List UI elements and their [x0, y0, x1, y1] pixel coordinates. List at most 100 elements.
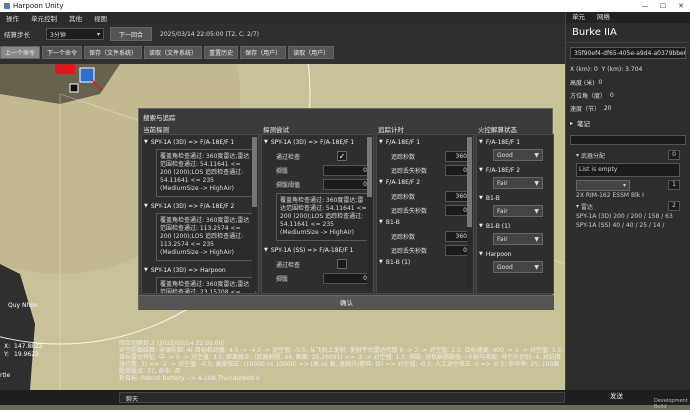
group-label: F/A-18E/F 1: [485, 138, 521, 146]
close-button[interactable]: ✕: [672, 2, 690, 10]
col2-scrollbar[interactable]: [367, 137, 372, 291]
group-label: Harpoon: [485, 250, 512, 258]
pass-check-checkbox[interactable]: ✓: [337, 151, 347, 161]
tab-unit[interactable]: 单元: [566, 12, 591, 23]
menu-unit-control[interactable]: 单元控制: [31, 13, 57, 23]
step-select[interactable]: 3分钟 ▾: [46, 28, 104, 40]
pass-check-checkbox[interactable]: [337, 259, 347, 269]
triangle-down-icon: ▼: [379, 219, 383, 225]
side-label: rtle: [0, 372, 11, 379]
fc-group[interactable]: ▼ F/A-18E/F 2: [479, 165, 551, 175]
group-label: B1-B: [385, 218, 400, 226]
dice-field[interactable]: 0: [323, 272, 371, 284]
fc-status-select[interactable]: Fair ▼: [493, 205, 543, 217]
menu-other[interactable]: 其他: [69, 13, 82, 23]
prev-command-button[interactable]: 上一个命令: [0, 46, 41, 59]
fc-status-select[interactable]: Good ▼: [493, 149, 543, 161]
fc-status-value: Fair: [497, 235, 508, 243]
fc-status-value: Good: [497, 263, 513, 271]
weapon-alloc-count[interactable]: 0: [668, 150, 680, 160]
scroll-thumb[interactable]: [467, 137, 472, 227]
group-label: SPY-1A (3D) => Harpoon: [150, 266, 226, 274]
status-bar: 聊天 发送 Development Build: [0, 390, 690, 410]
col2-body[interactable]: ▼ SPY-1A (3D) => F/A-18E/F 1 通过检查 ✓ 掷骰 0 掷骰…: [261, 134, 374, 294]
detection-group[interactable]: ▼ SPY-1A (3D) => F/A-18E/F 1: [144, 137, 256, 147]
speed-value[interactable]: 20: [604, 105, 612, 112]
group-label: F/A-18E/F 2: [385, 178, 421, 186]
maximize-button[interactable]: ☐: [654, 2, 672, 10]
col3-body[interactable]: ▼ F/A-18E/F 1 追踪秒数 360 追踪丢失秒数 0 ▼ F/A-18E/F …: [376, 134, 474, 294]
col1-body[interactable]: ▼ SPY-1A (3D) => F/A-18E/F 1 覆盖角检查通过: 360…: [141, 134, 259, 294]
fc-status-value: Good: [497, 151, 513, 159]
toolbar: 结算步长 3分钟 ▾ 下一回合 2025/03/14 22:05:00 (T2,…: [0, 24, 565, 64]
x-value[interactable]: 0: [594, 66, 598, 73]
menu-operate[interactable]: 操作: [6, 13, 19, 23]
fc-group[interactable]: ▼ Harpoon: [479, 249, 551, 259]
fc-status-select[interactable]: Fair ▼: [493, 233, 543, 245]
friendly-unit-marker[interactable]: [79, 67, 95, 83]
missile-name: 2X RIM-162 ESSM Blk I: [576, 192, 644, 199]
confirm-button[interactable]: 确认: [139, 295, 554, 310]
radar-row[interactable]: ▾ 雷达 2: [566, 200, 690, 212]
attempt-group[interactable]: ▼ SPY-1A (3D) => F/A-18E/F 1: [264, 137, 371, 147]
step-label: 结算步长: [4, 31, 30, 39]
send-button[interactable]: 发送: [610, 390, 623, 400]
fc-status-select[interactable]: Good ▼: [493, 261, 543, 273]
tab-network[interactable]: 网络: [591, 12, 616, 23]
fc-group[interactable]: ▼ F/A-18E/F 1: [479, 137, 551, 147]
attempt-group[interactable]: ▼ SPY-1A (SS) => F/A-18E/F 1: [264, 245, 371, 255]
missile-row[interactable]: ▾ 1: [566, 179, 690, 191]
track-group[interactable]: ▼ F/A-18E/F 2: [379, 177, 471, 187]
save-user-button[interactable]: 保存（用户）: [240, 46, 287, 59]
altitude-value[interactable]: 0: [598, 79, 602, 86]
dice-label: 掷骰: [276, 167, 289, 175]
track-group[interactable]: ▼ B1-B (1): [379, 257, 471, 267]
detection-group[interactable]: ▼ SPY-1A (3D) => F/A-18E/F 2: [144, 201, 256, 211]
chat-input[interactable]: 聊天: [119, 392, 565, 403]
col2-header: 探测尝试: [263, 126, 289, 134]
track-group[interactable]: ▼ F/A-18E/F 1: [379, 137, 471, 147]
weapon-alloc-row[interactable]: ▾ 武器分配 0: [566, 149, 690, 161]
radar-count[interactable]: 2: [668, 201, 680, 211]
detection-group[interactable]: ▼ SPY-1A (3D) => Harpoon: [144, 265, 256, 275]
weapon-alloc-label: 武器分配: [580, 152, 605, 160]
next-command-button[interactable]: 下一个命令: [42, 46, 83, 59]
col4-body[interactable]: ▼ F/A-18E/F 1 Good ▼ ▼ F/A-18E/F 2 Fair ▼ ▼ B…: [476, 134, 554, 294]
notes-section[interactable]: ▸ 笔记: [566, 115, 690, 131]
coord-x-value: 147.8822: [14, 343, 43, 350]
load-fs-button[interactable]: 读取（文件系统）: [144, 46, 203, 59]
fc-status-select[interactable]: Fair ▼: [493, 177, 543, 189]
notes-field[interactable]: [570, 135, 686, 145]
next-round-button[interactable]: 下一回合: [110, 27, 152, 41]
fc-group[interactable]: ▼ B1-B (1): [479, 221, 551, 231]
menu-view[interactable]: 视图: [94, 13, 107, 23]
track-group[interactable]: ▼ B1-B: [379, 217, 471, 227]
ship-marker[interactable]: [69, 83, 79, 93]
heading-value[interactable]: 0: [610, 92, 614, 99]
fc-group[interactable]: ▼ B1-B: [479, 193, 551, 203]
save-fs-button[interactable]: 保存（文件系统）: [84, 46, 143, 59]
minimize-button[interactable]: —: [636, 2, 654, 10]
missile-count[interactable]: 1: [668, 180, 680, 190]
dice-threshold-field[interactable]: 0: [323, 178, 371, 190]
dice-field[interactable]: 0: [323, 164, 371, 176]
scroll-thumb[interactable]: [367, 137, 372, 197]
missile-select[interactable]: ▾: [576, 179, 630, 191]
col1-scrollbar[interactable]: [252, 137, 257, 291]
scroll-thumb[interactable]: [252, 137, 257, 207]
y-value[interactable]: 3.704: [625, 66, 642, 73]
hostile-unit-marker[interactable]: [55, 64, 75, 74]
group-label: B1-B: [485, 194, 500, 202]
unit-guid-field[interactable]: 35f90ef4-df65-405e-a9d4-a0379bbe00: [570, 47, 686, 59]
altitude-label: 高度 (米): [570, 80, 595, 87]
load-user-button[interactable]: 读取（用户）: [288, 46, 335, 59]
coord-y-label: Y:: [4, 351, 9, 358]
speed-label: 速度（节）: [570, 106, 601, 113]
reset-history-button[interactable]: 重置历史: [204, 46, 239, 59]
chevron-down-icon: ▼: [534, 179, 539, 187]
triangle-down-icon: ▼: [144, 139, 148, 145]
col3-scrollbar[interactable]: [467, 137, 472, 291]
chevron-down-icon: ▼: [534, 207, 539, 215]
tracked-seconds-label: 追踪秒数: [391, 153, 416, 161]
col3-header: 追踪计时: [378, 126, 404, 134]
